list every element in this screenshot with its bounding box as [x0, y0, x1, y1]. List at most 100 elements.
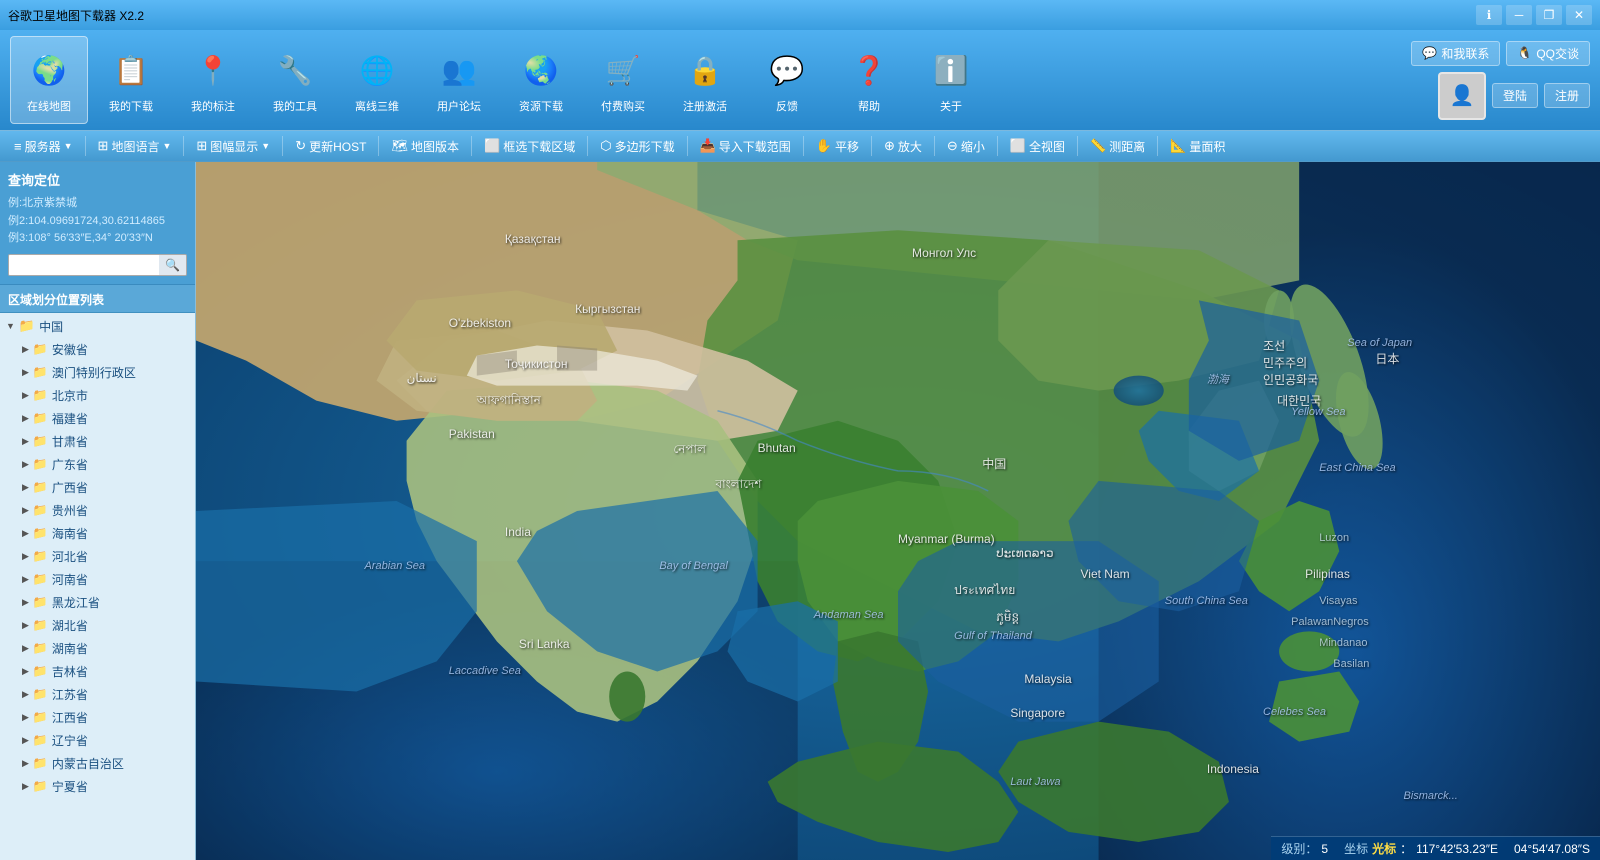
tree-item[interactable]: ▶📁贵州省 — [0, 499, 195, 522]
tree-item[interactable]: ▶📁宁夏省 — [0, 775, 195, 798]
toolbar-my-download[interactable]: 📋 我的下载 — [92, 36, 170, 124]
tree-item[interactable]: ▶📁辽宁省 — [0, 729, 195, 752]
user-forum-label: 用户论坛 — [437, 98, 481, 114]
login-area: 👤 登陆 注册 — [1438, 72, 1590, 120]
online-map-icon: 🌍 — [25, 46, 73, 94]
menu-polygon-download[interactable]: ⬡ 多边形下载 — [592, 135, 682, 158]
tree-item-label: 澳门特别行政区 — [52, 364, 136, 381]
folder-icon: 📁 — [33, 457, 48, 471]
tree-item-label: 黑龙江省 — [52, 594, 100, 611]
activate-label: 注册激活 — [683, 98, 727, 114]
tree-arrow-icon: ▶ — [22, 551, 29, 562]
search-input[interactable] — [9, 255, 159, 275]
menu-import-range[interactable]: 📥 导入下载范围 — [692, 135, 799, 158]
menu-select-area-label: 框选下载区域 — [503, 138, 575, 155]
user-forum-icon: 👥 — [435, 46, 483, 94]
close-button[interactable]: ✕ — [1566, 5, 1592, 25]
tree-arrow-icon: ▶ — [22, 689, 29, 700]
qq-icon: 🐧 — [1517, 46, 1532, 60]
toolbar-my-mark[interactable]: 📍 我的标注 — [174, 36, 252, 124]
toolbar: 🌍 在线地图 📋 我的下载 📍 我的标注 🔧 我的工具 🌐 离线三维 👥 用户论… — [0, 30, 1600, 130]
info-button[interactable]: ℹ — [1476, 5, 1502, 25]
tree-item[interactable]: ▶📁内蒙古自治区 — [0, 752, 195, 775]
tree-item[interactable]: ▶📁湖北省 — [0, 614, 195, 637]
menu-separator-11 — [997, 136, 998, 156]
tree-item[interactable]: ▶📁福建省 — [0, 407, 195, 430]
toolbar-help[interactable]: ❓ 帮助 — [830, 36, 908, 124]
expand-arrow-icon: ▼ — [6, 321, 15, 331]
register-button[interactable]: 注册 — [1544, 83, 1590, 108]
toolbar-feedback[interactable]: 💬 反馈 — [748, 36, 826, 124]
pan-icon: ✋ — [816, 138, 832, 154]
toolbar-about[interactable]: ℹ️ 关于 — [912, 36, 990, 124]
menu-server[interactable]: ≡ 服务器 ▼ — [6, 135, 81, 158]
menu-map-lang-label: 地图语言 — [111, 138, 159, 155]
menu-full-view[interactable]: ⬜ 全视图 — [1002, 135, 1073, 158]
tree-item[interactable]: ▶📁江西省 — [0, 706, 195, 729]
login-button[interactable]: 登陆 — [1492, 83, 1538, 108]
tree-item[interactable]: ▶📁吉林省 — [0, 660, 195, 683]
main-content: 查询定位 例:北京紫禁城 例2:104.09691724,30.62114865… — [0, 162, 1600, 860]
search-button[interactable]: 🔍 — [159, 255, 186, 275]
toolbar-online-map[interactable]: 🌍 在线地图 — [10, 36, 88, 124]
toolbar-offline-3d[interactable]: 🌐 离线三维 — [338, 36, 416, 124]
folder-icon: 📁 — [33, 664, 48, 678]
tree-item[interactable]: ▶📁甘肃省 — [0, 430, 195, 453]
restore-button[interactable]: ❐ — [1536, 5, 1562, 25]
map-area[interactable]: ҚазақстанМонгол УлсO'zbekistonКыргызстан… — [196, 162, 1600, 860]
my-tools-label: 我的工具 — [273, 98, 317, 114]
qq-label: QQ交谈 — [1536, 45, 1579, 62]
resource-download-icon: 🌏 — [517, 46, 565, 94]
folder-icon: 📁 — [33, 710, 48, 724]
qq-chat-button[interactable]: 🐧 QQ交谈 — [1506, 41, 1590, 66]
menu-zoom-in[interactable]: ⊕ 放大 — [876, 135, 930, 158]
toolbar-my-tools[interactable]: 🔧 我的工具 — [256, 36, 334, 124]
toolbar-resource-download[interactable]: 🌏 资源下载 — [502, 36, 580, 124]
my-download-label: 我的下载 — [109, 98, 153, 114]
app-title: 谷歌卫星地图下载器 X2.2 — [8, 7, 144, 24]
minimize-button[interactable]: ─ — [1506, 5, 1532, 25]
menu-map-version[interactable]: 🗺 地图版本 — [383, 135, 467, 158]
register-label: 注册 — [1555, 87, 1579, 104]
full-view-icon: ⬜ — [1010, 138, 1026, 154]
level-value: 5 — [1321, 842, 1328, 856]
tree-item[interactable]: ▶📁广西省 — [0, 476, 195, 499]
map-svg — [196, 162, 1600, 860]
tree-item-label: 湖北省 — [52, 617, 88, 634]
about-icon: ℹ️ — [927, 46, 975, 94]
tree-item[interactable]: ▶📁黑龙江省 — [0, 591, 195, 614]
menu-pan[interactable]: ✋ 平移 — [808, 135, 867, 158]
folder-icon: 📁 — [33, 549, 48, 563]
menu-update-host[interactable]: ↻ 更新HOST — [287, 135, 374, 158]
menu-zoom-out[interactable]: ⊖ 缩小 — [939, 135, 993, 158]
tree-item[interactable]: ▶📁澳门特别行政区 — [0, 361, 195, 384]
tree-item-label: 河南省 — [52, 571, 88, 588]
menu-map-lang[interactable]: ⊞ 地图语言 ▼ — [90, 135, 180, 158]
menu-measure-dist-label: 测距离 — [1109, 138, 1145, 155]
menu-measure-distance[interactable]: 📏 测距离 — [1082, 135, 1153, 158]
tree-item[interactable]: ▶📁湖南省 — [0, 637, 195, 660]
menu-map-display[interactable]: ⊞ 图幅显示 ▼ — [188, 135, 278, 158]
toolbar-activate[interactable]: 🔒 注册激活 — [666, 36, 744, 124]
tree-item[interactable]: ▶📁河南省 — [0, 568, 195, 591]
menu-separator-9 — [871, 136, 872, 156]
toolbar-buy[interactable]: 🛒 付费购买 — [584, 36, 662, 124]
tree-item[interactable]: ▶📁河北省 — [0, 545, 195, 568]
region-title: 区域划分位置列表 — [0, 285, 195, 313]
menu-measure-area[interactable]: 📐 量面积 — [1162, 135, 1233, 158]
menu-separator-13 — [1157, 136, 1158, 156]
tree-item[interactable]: ▶📁北京市 — [0, 384, 195, 407]
tree-root-china[interactable]: ▼ 📁 中国 — [0, 315, 195, 338]
toolbar-user-forum[interactable]: 👥 用户论坛 — [420, 36, 498, 124]
menu-pan-label: 平移 — [835, 138, 859, 155]
contact-us-button[interactable]: 💬 和我联系 — [1411, 41, 1500, 66]
tree-item[interactable]: ▶📁安徽省 — [0, 338, 195, 361]
tree-item[interactable]: ▶📁海南省 — [0, 522, 195, 545]
tree-item[interactable]: ▶📁广东省 — [0, 453, 195, 476]
menu-update-host-label: 更新HOST — [309, 138, 366, 155]
menu-select-download-area[interactable]: ⬜ 框选下载区域 — [476, 135, 583, 158]
coord-highlight: 光标 — [1372, 840, 1396, 857]
tree-arrow-icon: ▶ — [22, 781, 29, 792]
map-display-icon: ⊞ — [196, 138, 207, 154]
tree-item[interactable]: ▶📁江苏省 — [0, 683, 195, 706]
